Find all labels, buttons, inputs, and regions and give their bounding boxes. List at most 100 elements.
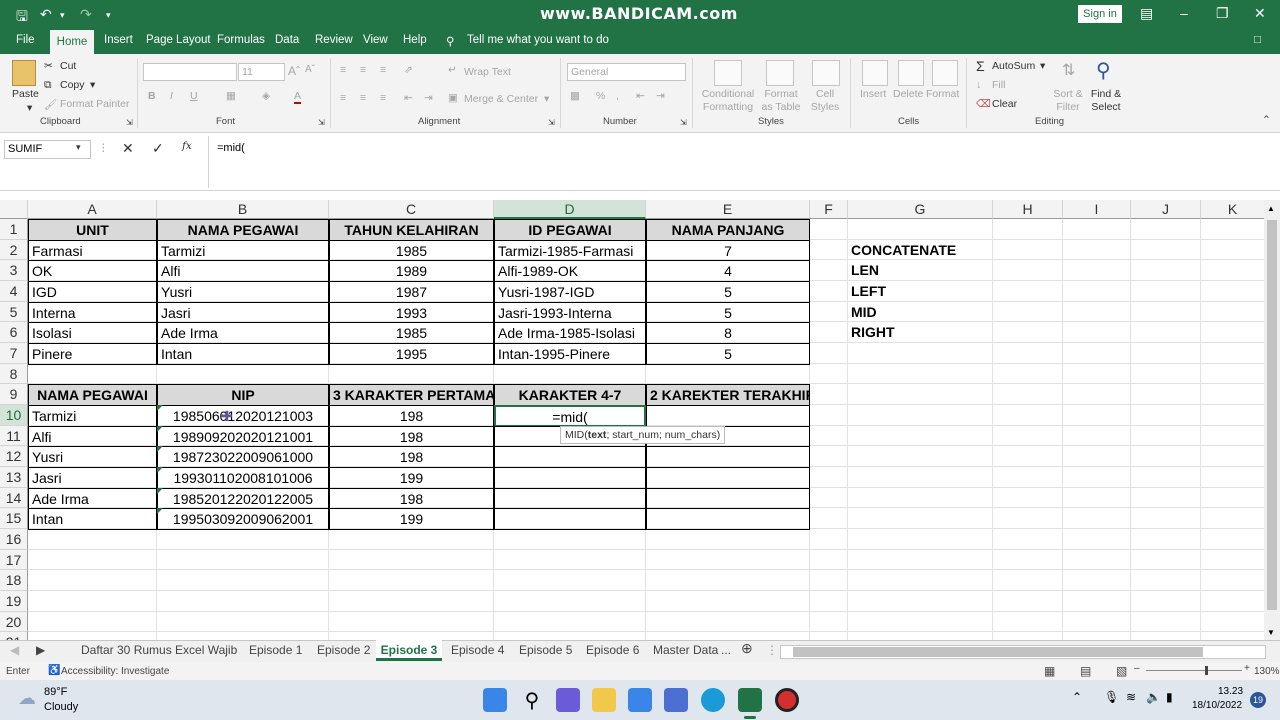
table2-header[interactable]: NAMA PEGAWAI: [28, 384, 157, 406]
column-header[interactable]: E: [646, 200, 810, 219]
table1-cell[interactable]: Alfi: [157, 260, 329, 282]
name-box-dropdown-icon[interactable]: ▾: [76, 142, 81, 153]
sheet-tab[interactable]: Episode 2: [317, 643, 370, 657]
table2-cell[interactable]: [646, 467, 810, 489]
table2-cell[interactable]: 199: [329, 508, 494, 530]
table1-cell[interactable]: 5: [646, 343, 810, 365]
font-launcher-icon[interactable]: ⇲: [318, 118, 325, 127]
scroll-up-icon[interactable]: ▲: [1267, 204, 1275, 213]
percent-icon[interactable]: %: [596, 90, 605, 102]
format-painter-button[interactable]: Format Painter: [60, 98, 129, 110]
weather-cloud-icon[interactable]: ☁: [18, 688, 36, 709]
paste-icon[interactable]: [12, 60, 36, 86]
column-header[interactable]: J: [1131, 200, 1201, 219]
table2-cell[interactable]: 198: [329, 426, 494, 447]
table1-cell[interactable]: Yusri: [157, 281, 329, 303]
fill-button[interactable]: Fill: [992, 79, 1005, 91]
table1-cell[interactable]: Farmasi: [28, 240, 157, 261]
minimize-icon[interactable]: –: [1180, 5, 1188, 21]
tell-me-search[interactable]: Tell me what you want to do: [467, 34, 609, 46]
row-header[interactable]: 10: [0, 405, 28, 426]
zoom-slider-thumb[interactable]: [1205, 666, 1208, 675]
tab-help[interactable]: Help: [403, 34, 427, 46]
column-header[interactable]: K: [1201, 200, 1264, 219]
row-header[interactable]: 9: [0, 384, 28, 405]
autosum-button[interactable]: AutoSum: [992, 60, 1035, 72]
volume-icon[interactable]: 🔈: [1146, 690, 1161, 704]
next-sheet-icon[interactable]: ▶: [36, 643, 45, 657]
comments-icon[interactable]: □: [1254, 34, 1261, 46]
zoom-out-icon[interactable]: –: [1134, 663, 1140, 674]
table2-cell[interactable]: [494, 488, 646, 509]
mail-icon[interactable]: [628, 688, 652, 712]
table2-header[interactable]: NIP: [157, 384, 329, 406]
function-name-cell[interactable]: LEN: [848, 260, 993, 282]
column-header[interactable]: I: [1063, 200, 1131, 219]
worksheet-grid[interactable]: A B C D E F G H I J K 1 2 3 4 5 6 7 8 9 10 11 12 13 1…: [0, 200, 1264, 640]
row-header[interactable]: 19: [0, 591, 28, 612]
zoom-slider[interactable]: [1146, 670, 1242, 671]
hscroll-thumb[interactable]: [793, 647, 1203, 657]
orientation-icon[interactable]: ⇗: [404, 64, 413, 76]
table2-cell[interactable]: Ade Irma: [28, 488, 157, 509]
table1-cell[interactable]: Ade Irma: [157, 322, 329, 344]
start-icon[interactable]: [483, 688, 507, 712]
table2-cell[interactable]: Yusri: [28, 446, 157, 468]
row-header[interactable]: 17: [0, 550, 28, 570]
wrap-text-button[interactable]: Wrap Text: [464, 66, 511, 78]
row-header[interactable]: 3: [0, 260, 28, 281]
function-name-cell[interactable]: RIGHT: [848, 322, 993, 344]
borders-icon[interactable]: ▦: [226, 90, 236, 102]
weather-temp[interactable]: 89°F: [44, 686, 67, 698]
table2-cell[interactable]: [494, 508, 646, 530]
column-header[interactable]: C: [329, 200, 494, 219]
table1-header[interactable]: NAMA PEGAWAI: [157, 219, 329, 241]
normal-view-icon[interactable]: ▦: [1044, 664, 1055, 678]
decrease-font-icon[interactable]: Aˇ: [305, 64, 315, 75]
tab-file[interactable]: File: [16, 34, 35, 46]
cancel-entry-icon[interactable]: ✕: [122, 140, 134, 157]
tab-formulas[interactable]: Formulas: [217, 34, 265, 46]
function-name-cell[interactable]: MID: [848, 302, 993, 323]
table2-cell[interactable]: 198909202020121001: [157, 426, 329, 447]
table2-cell[interactable]: Intan: [28, 508, 157, 530]
notification-badge[interactable]: 19: [1250, 692, 1266, 708]
tab-review[interactable]: Review: [315, 34, 353, 46]
confirm-entry-icon[interactable]: ✓: [152, 140, 164, 157]
excel-icon[interactable]: [738, 688, 762, 712]
table1-cell[interactable]: 1987: [329, 281, 494, 303]
add-sheet-icon[interactable]: ⊕: [741, 640, 753, 657]
table2-cell[interactable]: 198: [329, 446, 494, 468]
teams-icon[interactable]: [556, 688, 580, 712]
table2-cell[interactable]: Tarmizi: [28, 405, 157, 427]
active-cell[interactable]: =mid(: [494, 405, 646, 427]
search-icon[interactable]: ⚲: [520, 688, 544, 712]
table1-cell[interactable]: Jasri-1993-Interna: [494, 302, 646, 323]
table1-cell[interactable]: Isolasi: [28, 322, 157, 344]
column-header[interactable]: F: [810, 200, 848, 219]
app-icon[interactable]: [664, 688, 688, 712]
number-format-dropdown[interactable]: General: [567, 63, 686, 81]
clear-button[interactable]: Clear: [992, 98, 1017, 110]
clock-time[interactable]: 13.23: [1218, 686, 1243, 697]
accessibility-status[interactable]: Accessibility: Investigate: [61, 666, 169, 677]
scroll-down-icon[interactable]: ▼: [1267, 628, 1275, 637]
save-icon[interactable]: 🖫: [16, 6, 28, 30]
font-color-icon[interactable]: A: [294, 90, 302, 104]
table1-cell[interactable]: 7: [646, 240, 810, 261]
table2-cell[interactable]: 198: [329, 405, 494, 427]
table1-cell[interactable]: 4: [646, 260, 810, 282]
row-header[interactable]: 11: [0, 426, 28, 446]
table1-cell[interactable]: 1989: [329, 260, 494, 282]
column-header[interactable]: B: [157, 200, 329, 219]
undo-dropdown-icon[interactable]: ▾: [60, 10, 65, 21]
table1-cell[interactable]: 5: [646, 302, 810, 323]
table1-header[interactable]: NAMA PANJANG: [646, 219, 810, 241]
table1-cell[interactable]: 5: [646, 281, 810, 303]
font-size-dropdown[interactable]: 11: [238, 63, 285, 81]
clock-date[interactable]: 18/10/2022: [1192, 700, 1242, 711]
sheet-tab[interactable]: Episode 4: [451, 643, 504, 657]
undo-icon[interactable]: ↶: [40, 6, 52, 23]
row-header[interactable]: 12: [0, 446, 28, 467]
sheet-tab[interactable]: Episode 5: [519, 643, 572, 657]
